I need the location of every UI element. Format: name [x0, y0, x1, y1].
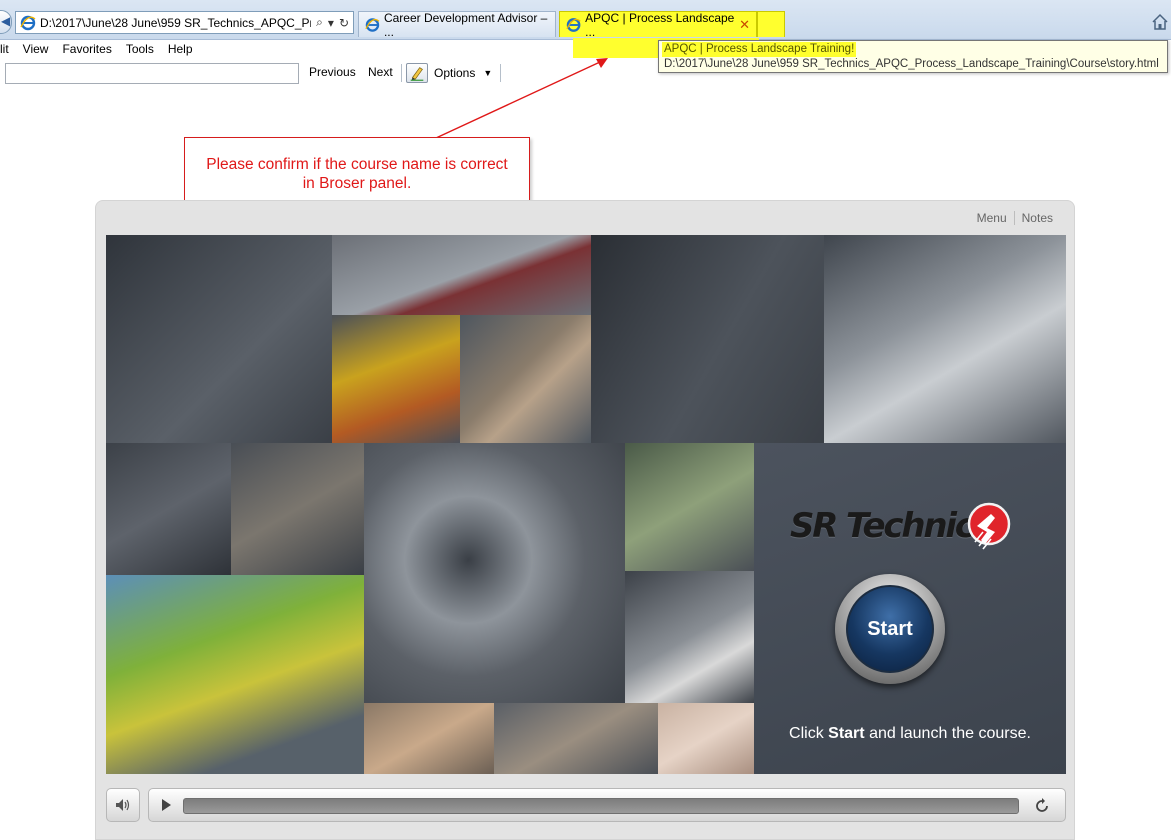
- photo-high-five-team: [625, 443, 754, 571]
- new-tab-button[interactable]: [757, 11, 785, 37]
- dropdown-arrow-icon[interactable]: ▾: [328, 16, 334, 30]
- play-icon[interactable]: [159, 798, 173, 812]
- photo-office-team: [494, 703, 658, 774]
- menu-link[interactable]: Menu: [970, 211, 1014, 225]
- close-icon[interactable]: ✕: [739, 17, 750, 33]
- photo-desk-worker: [824, 235, 1066, 443]
- address-bar[interactable]: D:\2017\June\28 June\959 SR_Technics_APQ…: [15, 11, 354, 34]
- toolbar-divider: [401, 64, 402, 82]
- tab-career-development-advisor[interactable]: Career Development Advisor – ...: [358, 10, 556, 39]
- launch-prefix: Click: [789, 725, 824, 742]
- notes-link[interactable]: Notes: [1013, 211, 1060, 225]
- menu-item-favorites[interactable]: Favorites: [55, 41, 118, 61]
- photo-ground-crew: [106, 575, 364, 774]
- photo-team-portrait: [231, 443, 364, 575]
- internet-explorer-icon: [365, 17, 380, 32]
- photo-jet-engine: [364, 443, 625, 703]
- start-label[interactable]: Start: [846, 585, 934, 673]
- title-slide: SR Technics Start Click Start and launch…: [106, 235, 1066, 774]
- photo-smiling-team: [460, 315, 591, 443]
- options-label: Options: [434, 66, 476, 80]
- speaker-icon: [116, 799, 130, 811]
- find-input[interactable]: [5, 63, 299, 84]
- menu-item-edit[interactable]: lit: [0, 41, 16, 61]
- launch-instruction: Click Start and launch the course.: [754, 725, 1066, 743]
- options-button[interactable]: Options ▼: [406, 62, 492, 84]
- seekbar-container: [148, 788, 1066, 822]
- photo-aircraft-worker: [332, 235, 591, 315]
- back-button[interactable]: ◀: [0, 10, 12, 34]
- annotation-line1: Please confirm if the course name is cor…: [206, 156, 508, 173]
- tab-label: APQC | Process Landscape ...: [585, 10, 735, 39]
- player-top-links: Menu Notes: [970, 211, 1060, 225]
- photo-hardhat-technician: [332, 315, 460, 443]
- tooltip-title: APQC | Process Landscape Training!: [662, 42, 857, 57]
- internet-explorer-icon: [20, 15, 36, 30]
- photo-meeting: [625, 571, 754, 703]
- start-button[interactable]: Start: [835, 574, 945, 684]
- menu-item-tools[interactable]: Tools: [119, 41, 161, 61]
- tab-label: Career Development Advisor – ...: [383, 10, 548, 39]
- refresh-icon[interactable]: ↻: [339, 16, 349, 30]
- photo-man-glasses: [591, 235, 824, 443]
- search-icon[interactable]: ⌕: [316, 15, 323, 30]
- tooltip-path: D:\2017\June\28 June\959 SR_Technics_APQ…: [664, 58, 1159, 70]
- player-controls: [106, 788, 1066, 822]
- chevron-down-icon: ▼: [483, 68, 493, 78]
- course-player: Menu Notes SR Technics Start Click Start…: [95, 200, 1075, 840]
- home-icon[interactable]: [1151, 13, 1169, 31]
- photo-office-workstation: [106, 235, 332, 443]
- photo-business-group: [106, 443, 231, 575]
- mute-button[interactable]: [106, 788, 140, 822]
- launch-bold: Start: [828, 725, 865, 742]
- next-button[interactable]: Next: [368, 65, 393, 79]
- seek-bar[interactable]: [183, 798, 1019, 814]
- tab-apqc-process-landscape[interactable]: APQC | Process Landscape ... ✕: [559, 10, 757, 39]
- internet-explorer-icon: [566, 17, 581, 32]
- back-arrow-icon: ◀: [1, 14, 11, 28]
- replay-icon[interactable]: [1033, 797, 1051, 815]
- menu-item-help[interactable]: Help: [161, 41, 200, 61]
- launch-suffix: and launch the course.: [869, 725, 1031, 742]
- annotation-line2: in Broser panel.: [302, 175, 412, 192]
- tab-tooltip: APQC | Process Landscape Training! D:\20…: [658, 40, 1168, 73]
- start-panel: SR Technics Start Click Start and launch…: [754, 443, 1066, 774]
- previous-button[interactable]: Previous: [309, 65, 356, 79]
- sr-technics-logo-icon: [967, 502, 1011, 550]
- browser-titlebar: ◀ D:\2017\June\28 June\959 SR_Technics_A…: [0, 0, 1171, 40]
- photo-woman-portrait: [658, 703, 754, 774]
- menu-item-view[interactable]: View: [16, 41, 56, 61]
- brand-logo-text: SR Technics: [790, 506, 993, 546]
- toolbar-divider: [500, 64, 501, 82]
- pencil-icon: [406, 63, 428, 83]
- address-url[interactable]: D:\2017\June\28 June\959 SR_Technics_APQ…: [40, 16, 311, 30]
- photo-woman-smiling: [364, 703, 494, 774]
